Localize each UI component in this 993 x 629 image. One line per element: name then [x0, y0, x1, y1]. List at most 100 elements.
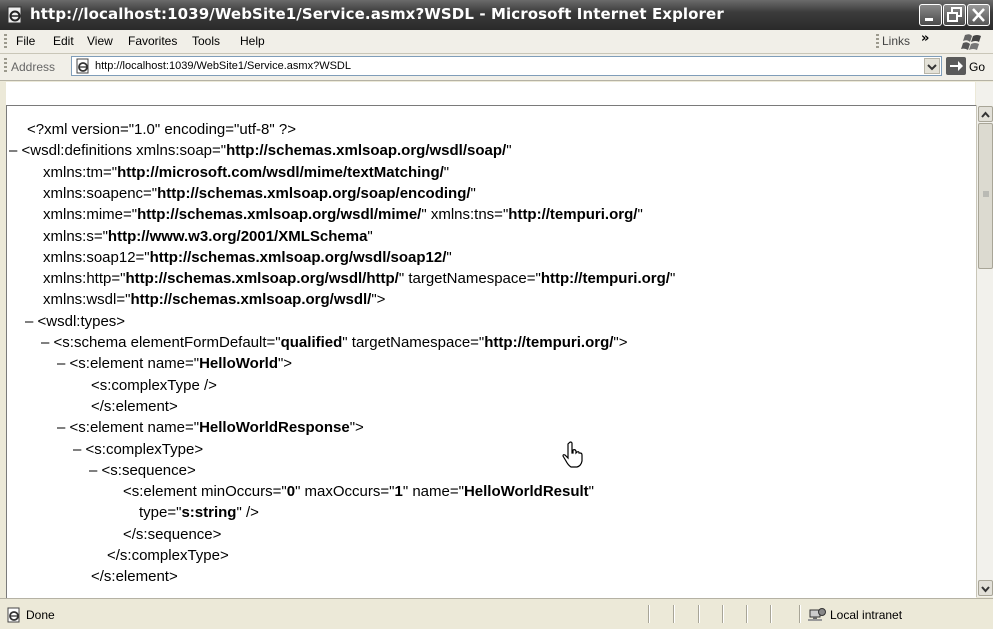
- minimize-button[interactable]: [919, 4, 942, 26]
- status-divider: [799, 605, 800, 623]
- window-title: http://localhost:1039/WebSite1/Service.a…: [30, 5, 724, 23]
- status-divider: [673, 605, 674, 623]
- toolbar-grip[interactable]: [4, 34, 7, 49]
- xml-attribute-value: http://schemas.xmlsoap.org/soap/encoding…: [157, 184, 471, 202]
- windows-logo-icon: [957, 31, 987, 53]
- chevron-down-icon: [981, 586, 990, 593]
- xml-node-line: type="s:string" />: [139, 503, 259, 523]
- xml-node-collapsible[interactable]: – <wsdl:types>: [25, 312, 125, 332]
- xml-markup: ": [506, 142, 512, 160]
- menu-edit[interactable]: Edit: [53, 34, 74, 48]
- xml-markup: <s:complexType />: [91, 376, 217, 394]
- xml-markup: ">: [349, 419, 364, 437]
- links-toolbar-label[interactable]: Links: [882, 34, 910, 48]
- xml-attribute-value: http://microsoft.com/wsdl/mime/textMatch…: [117, 163, 444, 181]
- xml-node-line: </s:element>: [91, 567, 178, 587]
- address-label: Address: [11, 60, 56, 74]
- xml-markup: " name=": [402, 483, 464, 501]
- xml-attribute-value: 1: [394, 483, 403, 501]
- xml-markup: ": [588, 483, 594, 501]
- ie-page-icon: [7, 6, 22, 24]
- collapse-toggle[interactable]: –: [57, 419, 70, 436]
- address-url[interactable]: http://localhost:1039/WebSite1/Service.a…: [95, 60, 351, 72]
- scroll-up-button[interactable]: [978, 106, 993, 122]
- xml-attribute-value: http://schemas.xmlsoap.org/wsdl/: [130, 291, 372, 309]
- maximize-button[interactable]: [943, 4, 966, 26]
- xml-markup: </s:element>: [91, 397, 178, 415]
- status-bar: Done Local intranet: [0, 598, 993, 629]
- close-icon: [972, 8, 985, 22]
- xml-markup: <?xml version="1.0" encoding="utf-8" ?>: [27, 121, 296, 138]
- xml-node-collapsible[interactable]: – <s:element name="HelloWorld">: [57, 354, 292, 374]
- status-divider: [770, 605, 771, 623]
- xml-markup: <s:sequence>: [101, 461, 196, 479]
- xml-attribute-value: http://schemas.xmlsoap.org/wsdl/http/: [125, 270, 399, 288]
- xml-markup: xmlns:soapenc=": [43, 184, 158, 202]
- xml-node-collapsible[interactable]: – <wsdl:definitions xmlns:soap="http://s…: [9, 141, 512, 161]
- xml-node-line: xmlns:tm="http://microsoft.com/wsdl/mime…: [43, 163, 449, 183]
- xml-attribute-value: HelloWorld: [199, 355, 278, 373]
- menu-tools[interactable]: Tools: [192, 34, 220, 48]
- xml-node-collapsible[interactable]: – <s:complexType>: [73, 440, 203, 460]
- collapse-toggle[interactable]: –: [41, 334, 54, 351]
- xml-node-collapsible[interactable]: – <s:sequence>: [89, 461, 196, 481]
- scroll-down-button[interactable]: [978, 580, 993, 596]
- xml-markup: ">: [613, 334, 628, 351]
- menu-favorites[interactable]: Favorites: [128, 34, 177, 48]
- menu-file[interactable]: File: [16, 34, 35, 48]
- go-label[interactable]: Go: [969, 60, 985, 74]
- xml-node-line: xmlns:s="http://www.w3.org/2001/XMLSchem…: [43, 227, 373, 247]
- status-divider: [722, 605, 723, 623]
- vertical-scrollbar[interactable]: [976, 105, 993, 597]
- xml-markup: xmlns:tm=": [43, 163, 118, 181]
- xml-markup: ": [470, 184, 476, 202]
- xml-attribute-value: http://schemas.xmlsoap.org/wsdl/mime/: [137, 206, 422, 224]
- xml-markup: <s:element minOccurs=": [123, 483, 287, 501]
- address-dropdown-button[interactable]: [924, 58, 940, 74]
- xml-markup: <s:schema elementFormDefault=": [53, 334, 281, 351]
- xml-markup: </s:sequence>: [123, 525, 222, 543]
- links-more-chevron[interactable]: »: [921, 31, 929, 46]
- xml-markup: " xmlns:tns=": [421, 206, 509, 224]
- collapse-toggle[interactable]: –: [89, 462, 102, 479]
- local-intranet-icon: [808, 608, 826, 621]
- xml-markup: type=": [139, 504, 182, 522]
- xml-markup: <s:complexType>: [85, 440, 204, 458]
- address-bar: Address http://localhost:1039/WebSite1/S…: [0, 54, 993, 81]
- xml-markup: " targetNamespace=": [342, 334, 485, 351]
- ie-page-icon: [76, 58, 89, 74]
- xml-markup: <s:element name=": [69, 355, 200, 373]
- xml-attribute-value: s:string: [181, 504, 237, 522]
- menu-help[interactable]: Help: [240, 34, 265, 48]
- xml-attribute-value: 0: [286, 483, 296, 501]
- xml-markup: ": [669, 270, 676, 288]
- links-grip[interactable]: [876, 34, 879, 49]
- xml-node-line: </s:sequence>: [123, 525, 221, 545]
- xml-node-line: xmlns:mime="http://schemas.xmlsoap.org/w…: [43, 205, 643, 225]
- xml-node-line: xmlns:http="http://schemas.xmlsoap.org/w…: [43, 269, 675, 289]
- collapse-toggle[interactable]: –: [25, 313, 38, 330]
- xml-markup: xmlns:http=": [43, 270, 126, 288]
- xml-node-line: <s:element minOccurs="0" maxOccurs="1" n…: [123, 482, 594, 502]
- scroll-thumb[interactable]: [978, 123, 993, 269]
- collapse-toggle[interactable]: –: [73, 441, 86, 458]
- status-divider: [698, 605, 699, 623]
- menu-view[interactable]: View: [87, 34, 113, 48]
- xml-markup: xmlns:soap12=": [43, 248, 150, 266]
- xml-node-collapsible[interactable]: – <s:element name="HelloWorldResponse">: [57, 418, 364, 438]
- close-button[interactable]: [967, 4, 990, 26]
- chevron-down-icon: [927, 64, 937, 71]
- address-grip[interactable]: [4, 58, 7, 73]
- chevron-up-icon: [981, 111, 990, 118]
- document-view[interactable]: <?xml version="1.0" encoding="utf-8" ?> –…: [6, 105, 976, 598]
- xml-attribute-value: HelloWorldResponse: [199, 419, 350, 437]
- xml-attribute-value: http://tempuri.org/: [540, 270, 670, 288]
- xml-node-collapsible[interactable]: – <s:schema elementFormDefault="qualifie…: [41, 333, 628, 353]
- xml-markup: xmlns:wsdl=": [43, 291, 131, 309]
- hand-pointer-icon: [562, 441, 583, 468]
- collapse-toggle[interactable]: –: [57, 355, 70, 372]
- title-bar[interactable]: http://localhost:1039/WebSite1/Service.a…: [0, 0, 993, 30]
- go-button[interactable]: [946, 57, 966, 75]
- address-input[interactable]: http://localhost:1039/WebSite1/Service.a…: [71, 56, 942, 76]
- collapse-toggle[interactable]: –: [9, 142, 22, 159]
